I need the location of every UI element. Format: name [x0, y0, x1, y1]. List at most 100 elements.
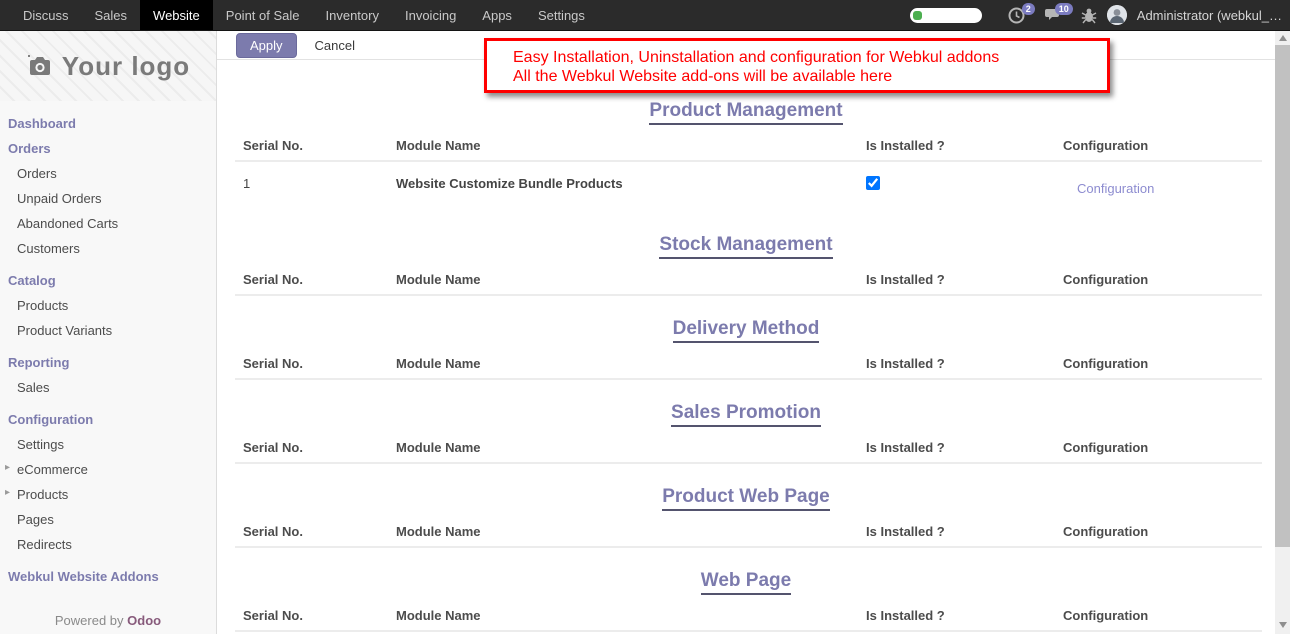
col-serial: Serial No. [243, 608, 396, 623]
sidebar-heading-configuration[interactable]: Configuration [0, 407, 216, 432]
sidebar-heading-catalog[interactable]: Catalog [0, 268, 216, 293]
divider [235, 378, 1262, 380]
sidebar-heading-orders[interactable]: Orders [0, 136, 216, 161]
sidebar-item-redirects[interactable]: Redirects [0, 532, 216, 557]
serial-cell: 1 [243, 176, 396, 191]
company-logo[interactable]: Your logo [0, 31, 216, 101]
scrollbar-thumb[interactable] [1275, 45, 1290, 547]
section-title[interactable]: Web Page [701, 570, 791, 595]
nav-item-website[interactable]: Website [140, 0, 213, 30]
powered-by: Powered by Odoo [0, 613, 216, 628]
scroll-down-arrow[interactable] [1275, 618, 1290, 632]
scroll-up-arrow[interactable] [1275, 31, 1290, 45]
sidebar-item-label: eCommerce [17, 462, 88, 477]
activities-button[interactable]: 2 [1008, 7, 1025, 24]
messages-button[interactable]: 10 [1045, 7, 1063, 23]
col-installed: Is Installed ? [866, 356, 1063, 371]
configuration-link[interactable]: Configuration [1077, 181, 1154, 196]
logo-text: Your logo [62, 51, 190, 82]
top-nav-right: 2 10 Administrator ( [910, 5, 1290, 25]
table-header: Serial No. Module Name Is Installed ? Co… [235, 138, 1262, 153]
section-stock-management: Stock Management Serial No. Module Name … [217, 234, 1275, 296]
divider [235, 462, 1262, 464]
progress-pill [910, 8, 982, 23]
col-serial: Serial No. [243, 440, 396, 455]
col-serial: Serial No. [243, 138, 396, 153]
sidebar-menu: Dashboard Orders Orders Unpaid Orders Ab… [0, 101, 216, 589]
col-module: Module Name [396, 440, 866, 455]
avatar[interactable] [1107, 5, 1127, 25]
sidebar-item-products[interactable]: Products [0, 293, 216, 318]
sidebar-item-abandoned-carts[interactable]: Abandoned Carts [0, 211, 216, 236]
nav-item-settings[interactable]: Settings [525, 0, 598, 30]
col-module: Module Name [396, 138, 866, 153]
sidebar-item-product-variants[interactable]: Product Variants [0, 318, 216, 343]
annotation-line-2: All the Webkul Website add-ons will be a… [513, 67, 1101, 86]
module-name-cell: Website Customize Bundle Products [396, 176, 866, 191]
configuration-cell: Configuration [1063, 176, 1262, 196]
sidebar-item-label: Products [17, 487, 68, 502]
section-title[interactable]: Sales Promotion [671, 402, 821, 427]
vertical-scrollbar[interactable] [1275, 31, 1290, 634]
annotation-line-1: Easy Installation, Uninstallation and co… [513, 48, 1101, 67]
bug-icon [1081, 7, 1097, 24]
col-serial: Serial No. [243, 524, 396, 539]
is-installed-checkbox[interactable] [866, 176, 880, 190]
col-serial: Serial No. [243, 272, 396, 287]
triangle-up-icon [1279, 35, 1287, 41]
section-title[interactable]: Stock Management [659, 234, 832, 259]
odoo-brand-link[interactable]: Odoo [127, 613, 161, 628]
table-header: Serial No. Module Name Is Installed ? Co… [235, 356, 1262, 371]
sidebar-item-webkul-website-addons[interactable]: Webkul Website Addons [0, 564, 216, 589]
chevron-right-icon: ▸ [5, 462, 10, 473]
user-menu[interactable]: Administrator (webkul_… [1137, 8, 1282, 23]
col-installed: Is Installed ? [866, 138, 1063, 153]
section-title[interactable]: Product Management [649, 100, 842, 125]
nav-item-sales[interactable]: Sales [82, 0, 141, 30]
triangle-down-icon [1279, 622, 1287, 628]
sidebar-item-sales-report[interactable]: Sales [0, 375, 216, 400]
sidebar-item-orders[interactable]: Orders [0, 161, 216, 186]
col-configuration: Configuration [1063, 524, 1262, 539]
sidebar-item-pages[interactable]: Pages [0, 507, 216, 532]
divider [235, 294, 1262, 296]
sidebar-item-unpaid-orders[interactable]: Unpaid Orders [0, 186, 216, 211]
section-delivery-method: Delivery Method Serial No. Module Name I… [217, 318, 1275, 380]
divider [235, 546, 1262, 548]
top-nav: Discuss Sales Website Point of Sale Inve… [0, 0, 1290, 31]
section-sales-promotion: Sales Promotion Serial No. Module Name I… [217, 402, 1275, 464]
sidebar-item-ecommerce[interactable]: ▸ eCommerce [0, 457, 216, 482]
installed-cell [866, 176, 1063, 193]
sidebar-item-settings[interactable]: Settings [0, 432, 216, 457]
nav-item-point-of-sale[interactable]: Point of Sale [213, 0, 313, 30]
nav-item-discuss[interactable]: Discuss [10, 0, 82, 30]
col-installed: Is Installed ? [866, 272, 1063, 287]
col-configuration: Configuration [1063, 440, 1262, 455]
sidebar-item-dashboard[interactable]: Dashboard [0, 111, 216, 136]
nav-item-apps[interactable]: Apps [469, 0, 525, 30]
section-title[interactable]: Delivery Method [673, 318, 820, 343]
camera-icon [26, 54, 52, 78]
cancel-button[interactable]: Cancel [315, 38, 355, 53]
activities-badge: 2 [1022, 3, 1035, 15]
debug-button[interactable] [1081, 7, 1097, 24]
table-header: Serial No. Module Name Is Installed ? Co… [235, 272, 1262, 287]
sidebar: Your logo Dashboard Orders Orders Unpaid… [0, 31, 217, 634]
nav-item-invoicing[interactable]: Invoicing [392, 0, 469, 30]
annotation-callout: Easy Installation, Uninstallation and co… [484, 38, 1110, 93]
chevron-right-icon: ▸ [5, 487, 10, 498]
col-serial: Serial No. [243, 356, 396, 371]
col-configuration: Configuration [1063, 272, 1262, 287]
col-installed: Is Installed ? [866, 440, 1063, 455]
col-module: Module Name [396, 608, 866, 623]
col-module: Module Name [396, 524, 866, 539]
sidebar-item-customers[interactable]: Customers [0, 236, 216, 261]
col-module: Module Name [396, 356, 866, 371]
col-configuration: Configuration [1063, 356, 1262, 371]
apply-button[interactable]: Apply [236, 33, 297, 58]
section-title[interactable]: Product Web Page [662, 486, 830, 511]
sidebar-item-products-config[interactable]: ▸ Products [0, 482, 216, 507]
table-header: Serial No. Module Name Is Installed ? Co… [235, 440, 1262, 455]
sidebar-heading-reporting[interactable]: Reporting [0, 350, 216, 375]
nav-item-inventory[interactable]: Inventory [313, 0, 392, 30]
